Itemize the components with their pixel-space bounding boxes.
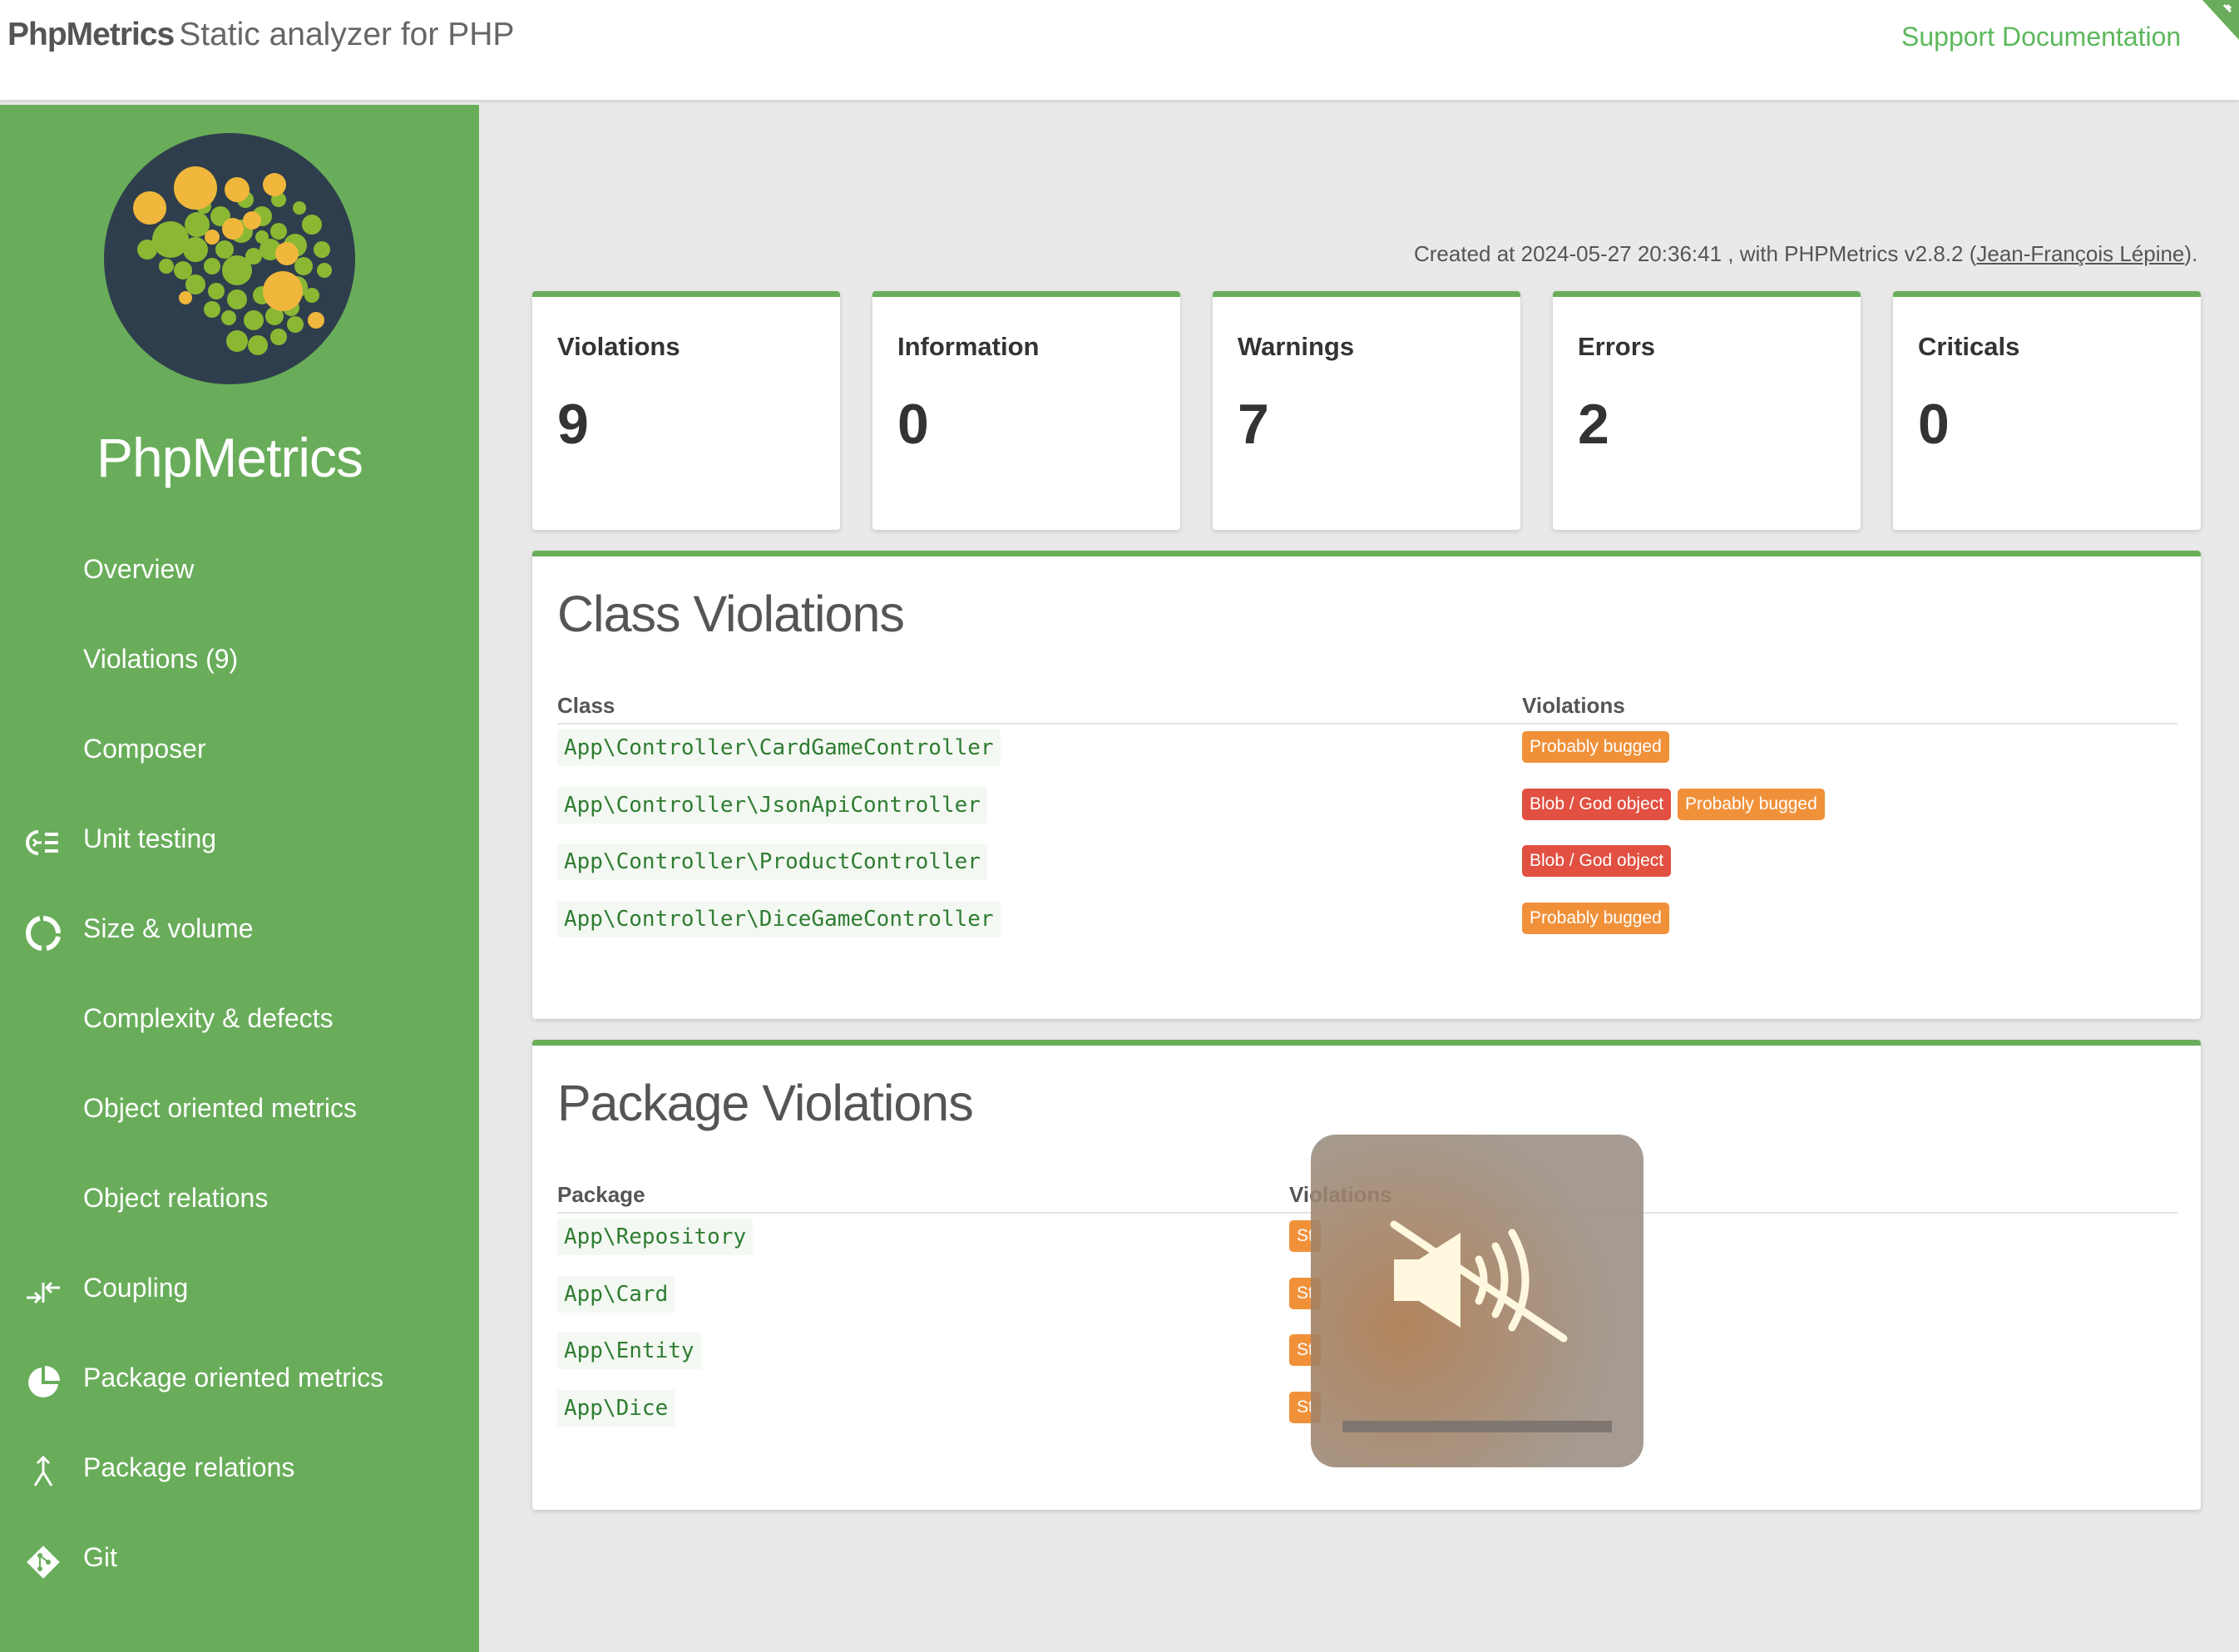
sidebar-item-overview[interactable]: Overview (0, 544, 479, 634)
sidebar-item-package-oriented-metrics[interactable]: Package oriented metrics (0, 1353, 479, 1442)
sidebar-item-label: Coupling (83, 1273, 189, 1303)
brand[interactable]: PhpMetrics Static analyzer for PHP (7, 17, 514, 53)
card-value: 9 (557, 393, 589, 456)
card-label: Errors (1578, 332, 1656, 361)
volume-muted-overlay (1311, 1135, 1643, 1467)
sidebar-item-coupling[interactable]: Coupling (0, 1263, 479, 1353)
sidebar-item-git[interactable]: Git (0, 1532, 479, 1622)
column-header-class: Class (557, 693, 615, 718)
support-documentation-link[interactable]: Support Documentation (1901, 22, 2181, 52)
package-name: App\Repository (557, 1219, 754, 1255)
information-card: Information 0 (872, 291, 1180, 530)
card-label: Information (897, 332, 1040, 361)
size-volume-icon (25, 916, 61, 951)
package-name: App\Dice (557, 1390, 675, 1427)
sidebar-item-unit-testing[interactable]: Unit testing (0, 814, 479, 903)
sidebar-item-size-volume[interactable]: Size & volume (0, 903, 479, 993)
github-corner-icon[interactable] (2202, 0, 2239, 40)
sidebar-nav: Overview Violations (9) Composer Unit te… (0, 544, 479, 1622)
brand-name: PhpMetrics (7, 17, 175, 52)
merge-icon (33, 1455, 53, 1486)
package-name: App\Card (557, 1276, 675, 1313)
sidebar-item-object-relations[interactable]: Object relations (0, 1173, 479, 1263)
sidebar-item-label: Size & volume (83, 913, 254, 943)
panel-title: Class Violations (557, 586, 905, 642)
sidebar: PhpMetrics Overview Violations (9) Compo… (0, 105, 479, 1652)
sidebar-item-package-relations[interactable]: Package relations (0, 1442, 479, 1532)
class-name: App\Controller\DiceGameController (557, 901, 1001, 937)
sidebar-item-label: Git (83, 1542, 117, 1572)
panel-title: Package Violations (557, 1075, 974, 1131)
phpmetrics-logo (104, 133, 355, 384)
unit-testing-icon (26, 830, 58, 855)
sidebar-item-label: Composer (83, 734, 206, 764)
violation-badge-probably-bugged: Probably bugged (1678, 789, 1825, 820)
sidebar-item-violations[interactable]: Violations (9) (0, 634, 479, 724)
created-suffix: ). (2184, 241, 2198, 266)
table-header-divider (557, 723, 2177, 725)
card-value: 0 (897, 393, 929, 456)
violation-badge-probably-bugged: Probably bugged (1522, 731, 1669, 763)
sidebar-item-label: Complexity & defects (83, 1003, 334, 1033)
coupling-icon (27, 1281, 60, 1304)
card-label: Warnings (1238, 332, 1355, 361)
sidebar-item-label: Package relations (83, 1452, 295, 1482)
sidebar-item-label: Object relations (83, 1183, 269, 1213)
package-name: App\Entity (557, 1333, 701, 1369)
created-text: Created at 2024-05-27 20:36:41 , with PH… (1414, 241, 1977, 266)
violation-badge-probably-bugged: Probably bugged (1522, 903, 1669, 934)
sidebar-item-label: Overview (83, 554, 195, 584)
card-value: 2 (1578, 393, 1609, 456)
card-label: Violations (557, 332, 680, 361)
sidebar-item-label: Unit testing (83, 824, 217, 853)
volume-level-bar (1342, 1421, 1612, 1432)
brand-subtitle: Static analyzer for PHP (179, 17, 515, 52)
violations-card: Violations 9 (532, 291, 840, 530)
class-name: App\Controller\ProductController (557, 843, 987, 880)
column-header-violations: Violations (1522, 693, 1625, 718)
sidebar-item-label: Violations (9) (83, 644, 239, 674)
card-value: 0 (1918, 393, 1950, 456)
card-value: 7 (1238, 393, 1269, 456)
pie-chart-icon (28, 1366, 60, 1397)
criticals-card: Criticals 0 (1893, 291, 2201, 530)
sidebar-title: PhpMetrics (96, 427, 363, 488)
warnings-card: Warnings 7 (1213, 291, 1520, 530)
sidebar-item-composer[interactable]: Composer (0, 724, 479, 814)
card-label: Criticals (1918, 332, 2020, 361)
errors-card: Errors 2 (1553, 291, 1861, 530)
class-name: App\Controller\JsonApiController (557, 787, 987, 824)
violation-badge-blob: Blob / God object (1522, 845, 1672, 877)
created-info: Created at 2024-05-27 20:36:41 , with PH… (1414, 241, 2197, 267)
speaker-muted-icon (1390, 1220, 1568, 1343)
top-bar: PhpMetrics Static analyzer for PHP Suppor… (0, 0, 2239, 100)
sidebar-item-label: Object oriented metrics (83, 1093, 358, 1123)
sidebar-item-label: Package oriented metrics (83, 1363, 384, 1392)
class-violations-panel: Class Violations Class Violations App\Co… (532, 551, 2201, 1019)
violation-badge-blob: Blob / God object (1522, 789, 1672, 820)
sidebar-item-object-oriented-metrics[interactable]: Object oriented metrics (0, 1083, 479, 1173)
column-header-package: Package (557, 1182, 645, 1207)
git-icon (27, 1546, 60, 1579)
author-link[interactable]: Jean-François Lépine (1976, 241, 2184, 266)
sidebar-item-complexity-defects[interactable]: Complexity & defects (0, 993, 479, 1083)
class-name: App\Controller\CardGameController (557, 730, 1001, 766)
